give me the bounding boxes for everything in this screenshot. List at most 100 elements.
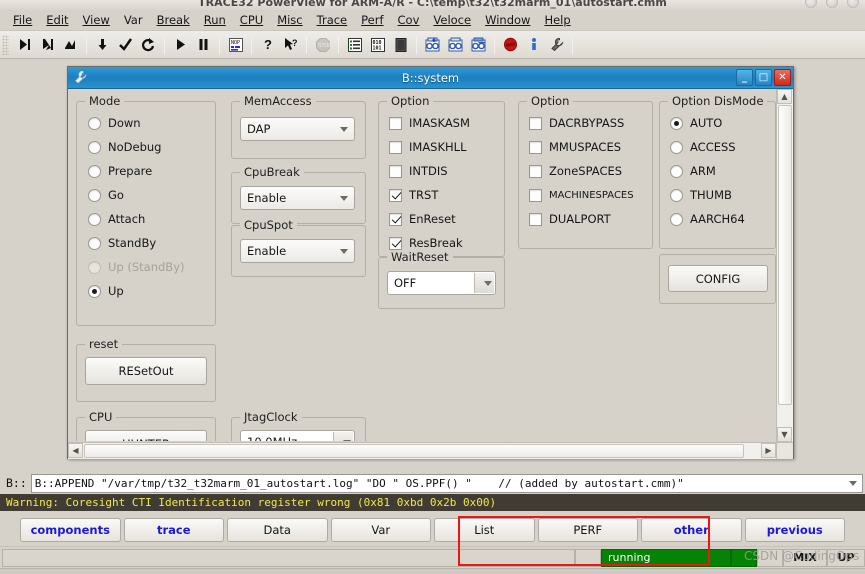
info-icon[interactable] — [522, 33, 545, 56]
menu-run[interactable]: Run — [197, 11, 233, 29]
jtagclock-dropdown[interactable]: 10.0MHz — [240, 430, 355, 441]
checkbox-imaskasm[interactable] — [389, 116, 402, 130]
radio-access[interactable] — [670, 140, 683, 154]
option-enreset[interactable]: EnReset — [389, 210, 456, 228]
mode-option-prepare[interactable]: Prepare — [88, 162, 152, 180]
cpuspot-dropdown[interactable]: Enable — [240, 239, 355, 263]
help-pointer-icon[interactable]: ? — [279, 33, 302, 56]
mode-option-up[interactable]: Up — [88, 282, 124, 300]
scroll-up-arrow-icon[interactable]: ▲ — [777, 89, 792, 104]
maximize-button[interactable] — [826, 0, 838, 8]
radio-nodebug[interactable] — [88, 140, 101, 154]
dialog-maximize-button[interactable]: □ — [755, 69, 772, 86]
softkey-list[interactable]: List — [434, 518, 535, 542]
radio-arm[interactable] — [670, 164, 683, 178]
dialog-close-button[interactable]: ✕ — [774, 69, 791, 86]
command-input[interactable]: B::APPEND "/var/tmp/t32_t32marm_01_autos… — [30, 473, 863, 493]
menu-trace[interactable]: Trace — [310, 11, 355, 29]
scroll-right-arrow-icon[interactable]: ▶ — [761, 443, 776, 458]
dialog-minimize-button[interactable]: _ — [736, 69, 753, 86]
cpu-button[interactable]: HUNTER — [85, 430, 207, 441]
radio-standby[interactable] — [88, 236, 101, 250]
dismode-option-thumb[interactable]: THUMB — [670, 186, 732, 204]
list-source-icon[interactable]: NOP — [224, 33, 247, 56]
radio-attach[interactable] — [88, 212, 101, 226]
memory-chip-icon[interactable] — [389, 33, 412, 56]
status-up-field[interactable]: UP — [827, 548, 865, 567]
mode-option-standby[interactable]: StandBy — [88, 234, 156, 252]
menu-break[interactable]: Break — [150, 11, 197, 29]
radio-auto[interactable] — [670, 116, 683, 130]
dismode-option-access[interactable]: ACCESS — [670, 138, 736, 156]
edit-watch-icon[interactable] — [467, 33, 490, 56]
radio-down[interactable] — [88, 116, 101, 130]
waitreset-dropdown-button[interactable] — [474, 273, 494, 293]
menu-help[interactable]: Help — [537, 11, 577, 29]
softkey-other[interactable]: other — [641, 518, 742, 542]
waitreset-dropdown[interactable]: OFF — [387, 271, 496, 295]
checkbox-dualport[interactable] — [529, 212, 542, 226]
go-return-icon[interactable] — [114, 33, 137, 56]
option-zonespaces[interactable]: ZoneSPACES — [529, 162, 622, 180]
dismode-option-aarch64[interactable]: AARCH64 — [670, 210, 745, 228]
restart-icon[interactable] — [137, 33, 160, 56]
toolbar-grip[interactable] — [2, 34, 9, 55]
command-history-dropdown[interactable] — [845, 475, 861, 491]
stop-icon[interactable]: STOP — [311, 33, 334, 56]
status-mix-field[interactable]: MIX — [783, 548, 827, 567]
resetout-button[interactable]: RESetOut — [85, 357, 207, 385]
step-into-icon[interactable] — [36, 33, 59, 56]
horizontal-scrollbar-thumb[interactable] — [84, 444, 744, 458]
dismode-option-auto[interactable]: AUTO — [670, 114, 722, 132]
mode-option-nodebug[interactable]: NoDebug — [88, 138, 161, 156]
cpubreak-dropdown[interactable]: Enable — [240, 186, 355, 210]
mode-option-go[interactable]: Go — [88, 186, 124, 204]
checkbox-dacrbypass[interactable] — [529, 116, 542, 130]
mode-option-attach[interactable]: Attach — [88, 210, 145, 228]
menu-cov[interactable]: Cov — [391, 11, 427, 29]
option-trst[interactable]: TRST — [389, 186, 438, 204]
menu-var[interactable]: Var — [117, 11, 150, 29]
break-icon[interactable] — [192, 33, 215, 56]
radio-go[interactable] — [88, 188, 101, 202]
softkey-var[interactable]: Var — [330, 518, 431, 542]
option-intdis[interactable]: INTDIS — [389, 162, 448, 180]
scroll-left-arrow-icon[interactable]: ◀ — [68, 443, 83, 458]
menu-view[interactable]: View — [76, 11, 117, 29]
checkbox-zonespaces[interactable] — [529, 164, 542, 178]
checkbox-resbreak[interactable] — [389, 236, 402, 250]
radio-thumb[interactable] — [670, 188, 683, 202]
system-dialog-titlebar[interactable]: B::system _ □ ✕ — [68, 67, 793, 89]
option-imaskhll[interactable]: IMASKHLL — [389, 138, 466, 156]
menu-file[interactable]: File — [6, 11, 39, 29]
softkey-components[interactable]: components — [20, 518, 121, 542]
checkbox-imaskhll[interactable] — [389, 140, 402, 154]
step-over-icon[interactable] — [13, 33, 36, 56]
help-icon[interactable]: ? — [256, 33, 279, 56]
option-dacrbypass[interactable]: DACRBYPASS — [529, 114, 624, 132]
menu-perf[interactable]: Perf — [354, 11, 390, 29]
radio-aarch64[interactable] — [670, 212, 683, 226]
mode-option-down[interactable]: Down — [88, 114, 141, 132]
dialog-vertical-scrollbar[interactable]: ▲ ▼ — [776, 89, 793, 442]
add-watch-icon[interactable] — [421, 33, 444, 56]
close-button[interactable] — [847, 0, 859, 8]
data-dump-icon[interactable]: 010 101 — [366, 33, 389, 56]
option-dualport[interactable]: DUALPORT — [529, 210, 611, 228]
settings-wrench-icon[interactable] — [545, 33, 568, 56]
menu-window[interactable]: Window — [478, 11, 537, 29]
menu-edit[interactable]: Edit — [39, 11, 75, 29]
step-down-icon[interactable] — [91, 33, 114, 56]
option-mmuspaces[interactable]: MMUSPACES — [529, 138, 621, 156]
checkbox-mmuspaces[interactable] — [529, 140, 542, 154]
memaccess-dropdown[interactable]: DAP — [240, 117, 355, 141]
softkey-perf[interactable]: PERF — [537, 518, 638, 542]
checkbox-enreset[interactable] — [389, 212, 402, 226]
dialog-horizontal-scrollbar[interactable]: ◀ ▶ — [68, 442, 776, 459]
minimize-button[interactable] — [805, 0, 817, 8]
radio-up[interactable] — [88, 284, 101, 298]
softkey-previous[interactable]: previous — [744, 518, 845, 542]
option-machinespaces[interactable]: MACHINESPACES — [529, 186, 634, 204]
scroll-down-arrow-icon[interactable]: ▼ — [777, 427, 792, 442]
softkey-trace[interactable]: trace — [123, 518, 224, 542]
